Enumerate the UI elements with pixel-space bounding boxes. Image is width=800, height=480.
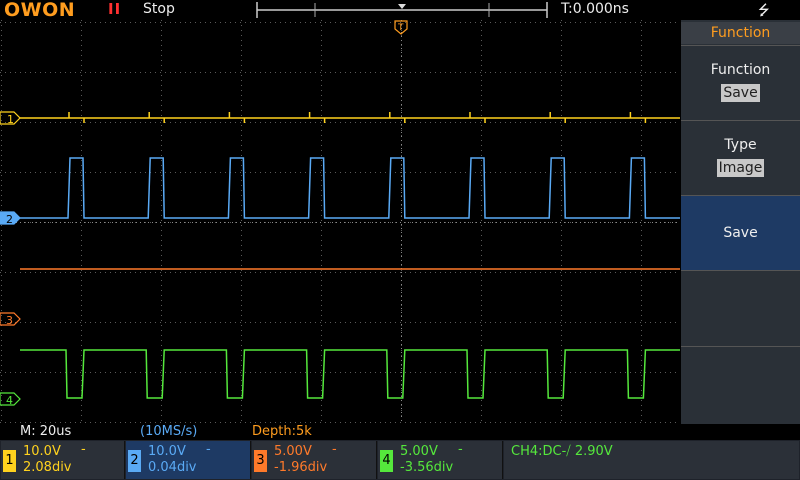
ch2-badge: 2 xyxy=(128,450,141,472)
brand-logo: OWON xyxy=(4,0,76,21)
ch3-info[interactable]: 3 5.00V - -1.96div xyxy=(252,441,377,479)
menu-empty-4[interactable] xyxy=(681,270,800,346)
ch1-coupling: - xyxy=(81,442,86,457)
ch3-badge: 3 xyxy=(254,450,267,472)
ch2-info[interactable]: 2 10.0V - 0.04div xyxy=(126,441,251,479)
ch4-info[interactable]: 4 5.00V - -3.56div xyxy=(378,441,503,479)
run-status: Stop xyxy=(143,1,175,17)
menu-function-value: Save xyxy=(721,84,760,102)
trigger-info-text: CH4:DC-⧸ 2.90V xyxy=(511,444,613,459)
ch1-info[interactable]: 1 10.0V - 2.08div xyxy=(1,441,125,479)
menu-function[interactable]: Function Save xyxy=(681,45,800,120)
menu-type-value: Image xyxy=(716,159,765,177)
waveform-display[interactable]: 1 2 3 4 T xyxy=(0,20,680,424)
ch1-badge: 1 xyxy=(3,450,16,472)
menu-empty-5[interactable] xyxy=(681,346,800,424)
ch4-coupling: - xyxy=(458,442,463,457)
ch4-badge: 4 xyxy=(380,450,393,472)
ch1-marker-label: 1 xyxy=(7,113,14,126)
ch2-volts: 10.0V xyxy=(148,444,186,459)
ch4-volts: 5.00V xyxy=(400,444,438,459)
ch1-offset: 2.08div xyxy=(23,460,72,475)
menu-function-label: Function xyxy=(710,62,771,78)
buffer-position-marker xyxy=(398,4,406,9)
ch4-offset: -3.56div xyxy=(400,460,454,475)
memory-depth: Depth:5k xyxy=(252,424,312,439)
sample-rate: (10MS/s) xyxy=(140,424,198,439)
pause-icon[interactable]: II xyxy=(108,0,121,18)
channel-bar: 1 10.0V - 2.08div 2 10.0V - 0.04div 3 5.… xyxy=(0,440,800,480)
menu-type[interactable]: Type Image xyxy=(681,120,800,195)
ch3-marker-label: 3 xyxy=(6,314,13,327)
trigger-marker-label: T xyxy=(397,23,404,33)
trigger-info[interactable]: CH4:DC-⧸ 2.90V xyxy=(504,441,799,479)
memory-buffer-indicator[interactable] xyxy=(255,0,549,20)
ch1-volts: 10.0V xyxy=(23,444,61,459)
ch3-volts: 5.00V xyxy=(274,444,312,459)
ch3-coupling: - xyxy=(332,442,337,457)
ch2-marker-label: 2 xyxy=(6,213,13,226)
acquisition-status: M: 20us (10MS/s) Depth:5k xyxy=(0,424,800,440)
trigger-time-readout: T:0.000ns xyxy=(561,1,629,17)
menu-save-label: Save xyxy=(723,225,758,241)
ch4-marker-label: 4 xyxy=(6,394,13,407)
menu-save-button[interactable]: Save xyxy=(681,195,800,270)
menu-type-label: Type xyxy=(724,137,757,153)
ch2-coupling: - xyxy=(206,442,211,457)
ch3-offset: -1.96div xyxy=(274,460,328,475)
top-bar: OWON II Stop T:0.000ns ⭍ xyxy=(0,0,800,21)
menu-header: Function xyxy=(681,22,800,44)
timebase: M: 20us xyxy=(20,424,72,439)
ch2-offset: 0.04div xyxy=(148,460,197,475)
function-menu: Function Function Save Type Image Save xyxy=(681,20,800,424)
